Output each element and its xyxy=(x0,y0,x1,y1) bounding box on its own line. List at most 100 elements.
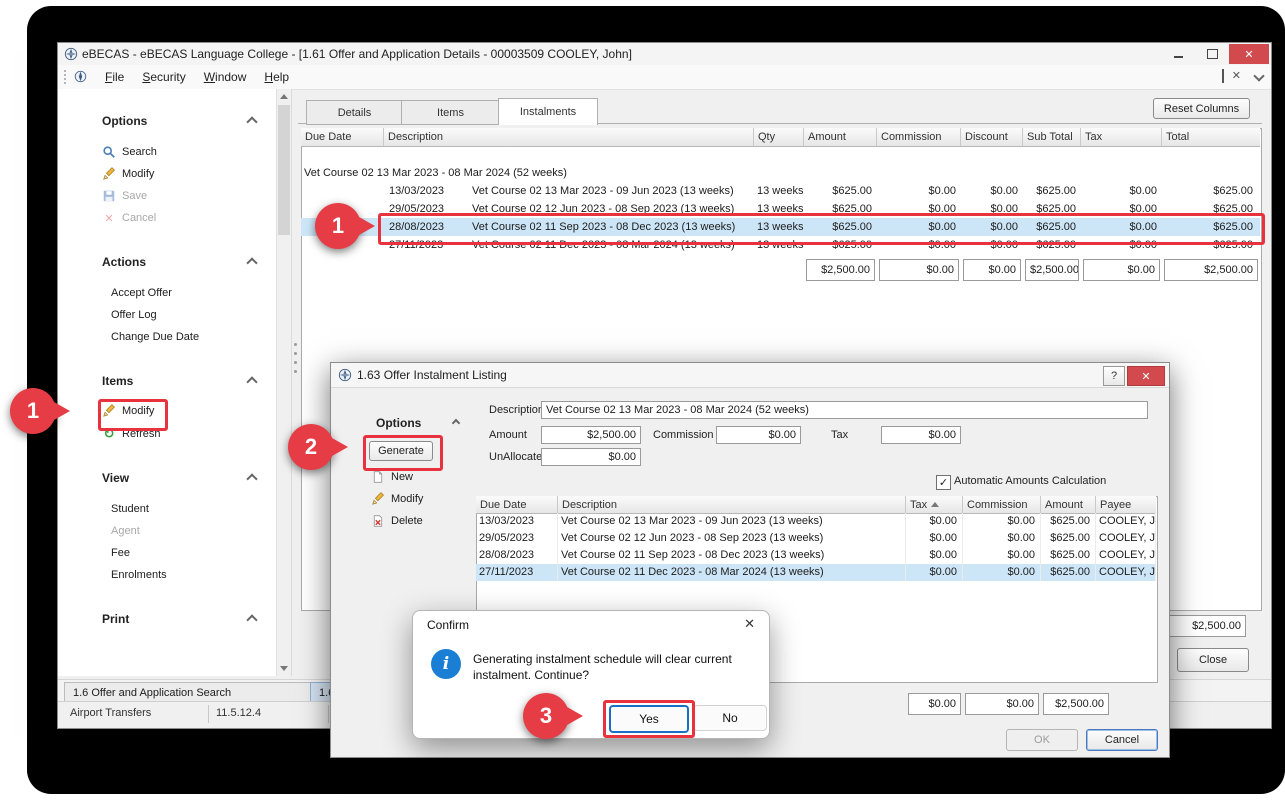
modal-total-commission: $0.00 xyxy=(965,693,1039,715)
help-button[interactable]: ? xyxy=(1103,366,1125,386)
column-header-commission[interactable]: Commission xyxy=(877,128,961,146)
column-header-description[interactable]: Description xyxy=(558,496,906,513)
tab-items[interactable]: Items xyxy=(401,100,500,125)
delete-icon xyxy=(371,514,385,528)
cell-payee: COOLEY, Jo xyxy=(1096,513,1156,530)
table-row[interactable]: 29/05/2023Vet Course 02 12 Jun 2023 - 08… xyxy=(476,530,1156,547)
confirm-dialog: Confirm ✕ i Generating instalment schedu… xyxy=(412,610,770,739)
cell-due_date: 27/11/2023 xyxy=(476,564,558,581)
sidebar-item-fee[interactable]: Fee xyxy=(58,543,268,563)
cell-commission: $0.00 xyxy=(963,547,1041,564)
sidebar-item-label: Change Due Date xyxy=(111,331,199,343)
column-header-amount[interactable]: Amount xyxy=(804,128,877,146)
group-row[interactable]: Vet Course 02 13 Mar 2023 - 08 Mar 2024 … xyxy=(301,164,1260,182)
cancel-button[interactable]: Cancel xyxy=(1086,729,1158,751)
modal-close-button[interactable]: ✕ xyxy=(1127,366,1165,386)
sidebar-scrollbar[interactable] xyxy=(276,89,291,676)
column-header-amount[interactable]: Amount xyxy=(1041,496,1096,513)
description-field[interactable]: Vet Course 02 13 Mar 2023 - 08 Mar 2024 … xyxy=(541,401,1148,419)
table-row[interactable]: 13/03/2023Vet Course 02 13 Mar 2023 - 09… xyxy=(476,513,1156,530)
sidebar-item-student[interactable]: Student xyxy=(58,499,268,519)
sidebar-item-accept-offer[interactable]: Accept Offer xyxy=(58,283,268,303)
tax-field[interactable]: $0.00 xyxy=(881,426,961,444)
column-header-qty[interactable]: Qty xyxy=(754,128,804,146)
minimize-button[interactable] xyxy=(1161,44,1195,64)
no-button[interactable]: No xyxy=(693,705,767,731)
modal-item-delete[interactable]: Delete xyxy=(331,511,461,531)
sidebar-item-offer-log[interactable]: Offer Log xyxy=(58,305,268,325)
column-header-sub-total[interactable]: Sub Total xyxy=(1023,128,1081,146)
scroll-up-icon[interactable] xyxy=(277,89,291,104)
chevron-up-icon[interactable] xyxy=(246,376,257,387)
group-total-tax: $0.00 xyxy=(1083,259,1160,281)
column-header-total[interactable]: Total xyxy=(1162,128,1260,146)
maximize-button[interactable] xyxy=(1195,44,1229,64)
column-header-tax[interactable]: Tax xyxy=(906,496,963,513)
tab-instalments[interactable]: Instalments xyxy=(498,98,598,125)
column-header-due-date[interactable]: Due Date xyxy=(301,128,384,146)
menu-app-icon xyxy=(74,70,87,83)
chevron-up-icon[interactable] xyxy=(246,257,257,268)
cell-due_date: 29/05/2023 xyxy=(476,530,558,547)
sidebar-item-enrolments[interactable]: Enrolments xyxy=(58,565,268,585)
column-header-tax[interactable]: Tax xyxy=(1081,128,1162,146)
column-header-discount[interactable]: Discount xyxy=(961,128,1023,146)
confirm-close-icon[interactable]: ✕ xyxy=(744,617,755,632)
sidebar-item-change-due-date[interactable]: Change Due Date xyxy=(58,327,268,347)
table-row[interactable]: 27/11/2023Vet Course 02 11 Dec 2023 - 08… xyxy=(476,564,1156,581)
menu-security[interactable]: Security xyxy=(133,67,194,87)
sidebar: Options Search Modify Save ✕ Cancel Acti… xyxy=(58,89,292,676)
sidebar-item-modify[interactable]: Modify xyxy=(58,164,268,184)
sidebar-item-cancel: ✕ Cancel xyxy=(58,208,268,228)
cell-amount: $625.00 xyxy=(1041,547,1096,564)
cell-tax: $0.00 xyxy=(906,564,963,581)
info-icon: i xyxy=(431,649,461,679)
reset-columns-button[interactable]: Reset Columns xyxy=(1153,98,1250,119)
highlight-box-yes xyxy=(603,700,695,738)
mdi-close-icon[interactable]: ✕ xyxy=(1232,69,1241,82)
modal-options-header[interactable]: Options xyxy=(376,415,421,431)
bottom-tab-offer-search[interactable]: 1.6 Offer and Application Search xyxy=(64,682,326,703)
window-title: eBECAS - eBECAS Language College - [1.61… xyxy=(82,47,632,61)
chevron-up-icon[interactable] xyxy=(246,116,257,127)
sidebar-section-items[interactable]: Items xyxy=(102,373,133,389)
auto-calc-checkbox[interactable]: ✓ xyxy=(936,475,951,490)
chevron-up-icon[interactable] xyxy=(246,473,257,484)
sidebar-section-view[interactable]: View xyxy=(102,470,129,486)
step-badge-3-yes: 3 xyxy=(523,693,569,739)
commission-field[interactable]: $0.00 xyxy=(716,426,801,444)
table-row[interactable]: 13/03/2023Vet Course 02 13 Mar 2023 - 09… xyxy=(301,182,1260,200)
splitter-handle[interactable] xyxy=(292,343,298,403)
unallocated-field[interactable]: $0.00 xyxy=(541,448,641,466)
chevron-up-icon[interactable] xyxy=(246,614,257,625)
menu-window[interactable]: Window xyxy=(195,67,256,87)
scrollbar-thumb[interactable] xyxy=(278,105,290,235)
amount-field[interactable]: $2,500.00 xyxy=(541,426,641,444)
status-airport-transfers: Airport Transfers xyxy=(70,707,151,719)
sidebar-section-print[interactable]: Print xyxy=(102,611,129,627)
sidebar-section-options[interactable]: Options xyxy=(102,113,147,129)
mdi-restore-icon[interactable] xyxy=(1222,70,1224,82)
menu-file[interactable]: File xyxy=(96,67,133,87)
chevron-up-icon[interactable] xyxy=(452,419,460,427)
sidebar-item-search[interactable]: Search xyxy=(58,142,268,162)
item-label: Modify xyxy=(391,493,423,505)
close-button-main[interactable]: Close xyxy=(1177,648,1249,672)
cell-due_date: 28/08/2023 xyxy=(476,547,558,564)
cell-description: Vet Course 02 12 Jun 2023 - 08 Sep 2023 … xyxy=(558,530,906,547)
column-header-commission[interactable]: Commission xyxy=(963,496,1041,513)
sidebar-section-actions[interactable]: Actions xyxy=(102,254,146,270)
table-row[interactable]: 28/08/2023Vet Course 02 11 Sep 2023 - 08… xyxy=(476,547,1156,564)
column-header-payee[interactable]: Payee xyxy=(1096,496,1156,513)
sidebar-item-label: Search xyxy=(122,146,157,158)
column-header-due-date[interactable]: Due Date xyxy=(476,496,558,513)
tab-details[interactable]: Details xyxy=(306,100,403,125)
column-header-description[interactable]: Description xyxy=(384,128,754,146)
modal-item-modify[interactable]: Modify xyxy=(331,489,461,509)
close-button[interactable]: ✕ xyxy=(1229,44,1269,64)
scroll-down-icon[interactable] xyxy=(277,661,291,676)
chevron-down-icon[interactable] xyxy=(1253,70,1264,81)
cell-commission: $0.00 xyxy=(963,530,1041,547)
pencil-icon xyxy=(102,167,116,181)
menu-help[interactable]: Help xyxy=(255,67,298,87)
